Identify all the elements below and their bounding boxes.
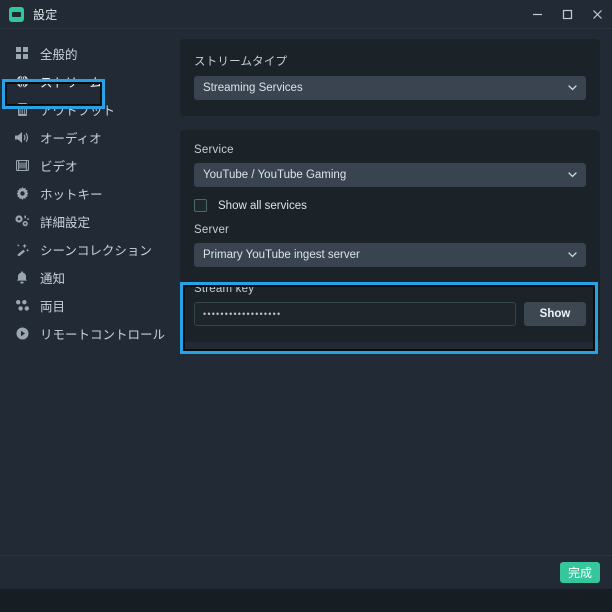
speaker-icon [14, 129, 30, 145]
gear-icon [14, 185, 30, 201]
sidebar-item-general[interactable]: 全般的 [0, 39, 180, 67]
sidebar-item-label: 両目 [40, 299, 66, 314]
film-icon [14, 157, 30, 173]
sidebar-item-remote-control[interactable]: リモートコントロール [0, 319, 180, 347]
stream-type-value: Streaming Services [203, 82, 303, 94]
server-icon [14, 101, 30, 117]
sidebar-item-audio[interactable]: オーディオ [0, 123, 180, 151]
window-controls [522, 0, 612, 29]
chevron-down-icon [568, 252, 577, 258]
chevron-down-icon [568, 172, 577, 178]
chevron-down-icon [568, 85, 577, 91]
done-button[interactable]: 完成 [559, 562, 600, 583]
sidebar-item-label: ホットキー [40, 187, 103, 202]
grid-icon [14, 45, 30, 61]
server-select[interactable]: Primary YouTube ingest server [194, 243, 586, 267]
server-label: Server [194, 224, 230, 236]
title-bar: 設定 [0, 0, 612, 29]
sidebar-item-label: 全般的 [40, 47, 78, 62]
main-panel: ストリームタイプ Streaming Services Service YouT… [180, 29, 612, 555]
settings-window: 設定 全般的 ストリーム アウトプット オーディオ ビデオ ホットキー 詳細設定… [0, 0, 612, 612]
sidebar: 全般的 ストリーム アウトプット オーディオ ビデオ ホットキー 詳細設定 シー… [0, 29, 180, 555]
service-select[interactable]: YouTube / YouTube Gaming [194, 163, 586, 187]
sidebar-item-stream[interactable]: ストリーム [0, 67, 180, 95]
window-body: 全般的 ストリーム アウトプット オーディオ ビデオ ホットキー 詳細設定 シー… [0, 29, 612, 555]
stream-key-label: Stream key [194, 283, 255, 295]
settings-app-icon [9, 6, 24, 22]
sidebar-item-advanced[interactable]: 詳細設定 [0, 207, 180, 235]
show-all-services-row[interactable]: Show all services [194, 199, 586, 212]
dots-grid-icon [14, 297, 30, 313]
app-icon-glyph [12, 11, 21, 17]
sliders-icon [14, 213, 30, 229]
show-stream-key-button[interactable]: Show [524, 302, 586, 326]
stream-key-row: •••••••••••••••••• Show [194, 302, 586, 326]
sidebar-item-label: 詳細設定 [40, 215, 91, 230]
service-value: YouTube / YouTube Gaming [203, 169, 347, 181]
sidebar-item-label: ビデオ [40, 159, 78, 174]
stream-type-label: ストリームタイプ [194, 56, 288, 68]
wand-icon [14, 241, 30, 257]
globe-icon [14, 73, 30, 89]
sidebar-item-label: 通知 [40, 271, 66, 286]
sidebar-item-label: オーディオ [40, 131, 102, 146]
close-icon[interactable] [582, 0, 612, 29]
maximize-icon[interactable] [552, 0, 582, 29]
window-title: 設定 [33, 7, 58, 22]
sidebar-item-hotkeys[interactable]: ホットキー [0, 179, 180, 207]
sidebar-item-video[interactable]: ビデオ [0, 151, 180, 179]
service-card: Service YouTube / YouTube Gaming Show al… [180, 130, 600, 342]
sidebar-item-label: アウトプット [40, 103, 116, 118]
play-circle-icon [14, 325, 30, 341]
bell-icon [14, 269, 30, 285]
show-all-services-checkbox[interactable] [194, 199, 207, 212]
show-all-services-label: Show all services [218, 199, 307, 212]
service-label: Service [194, 144, 234, 156]
footer-bar: 完成 [0, 555, 612, 589]
sidebar-item-label: シーンコレクション [40, 243, 152, 258]
sidebar-item-label: ストリーム [40, 75, 103, 90]
stream-key-input[interactable]: •••••••••••••••••• [194, 302, 516, 326]
minimize-icon[interactable] [522, 0, 552, 29]
sidebar-item-both-eyes[interactable]: 両目 [0, 291, 180, 319]
stream-type-card: ストリームタイプ Streaming Services [180, 39, 600, 116]
stream-type-select[interactable]: Streaming Services [194, 76, 586, 100]
sidebar-item-scene-collection[interactable]: シーンコレクション [0, 235, 180, 263]
server-value: Primary YouTube ingest server [203, 249, 360, 261]
sidebar-item-label: リモートコントロール [40, 327, 166, 342]
bottom-strip [0, 589, 612, 612]
sidebar-item-output[interactable]: アウトプット [0, 95, 180, 123]
sidebar-item-notifications[interactable]: 通知 [0, 263, 180, 291]
